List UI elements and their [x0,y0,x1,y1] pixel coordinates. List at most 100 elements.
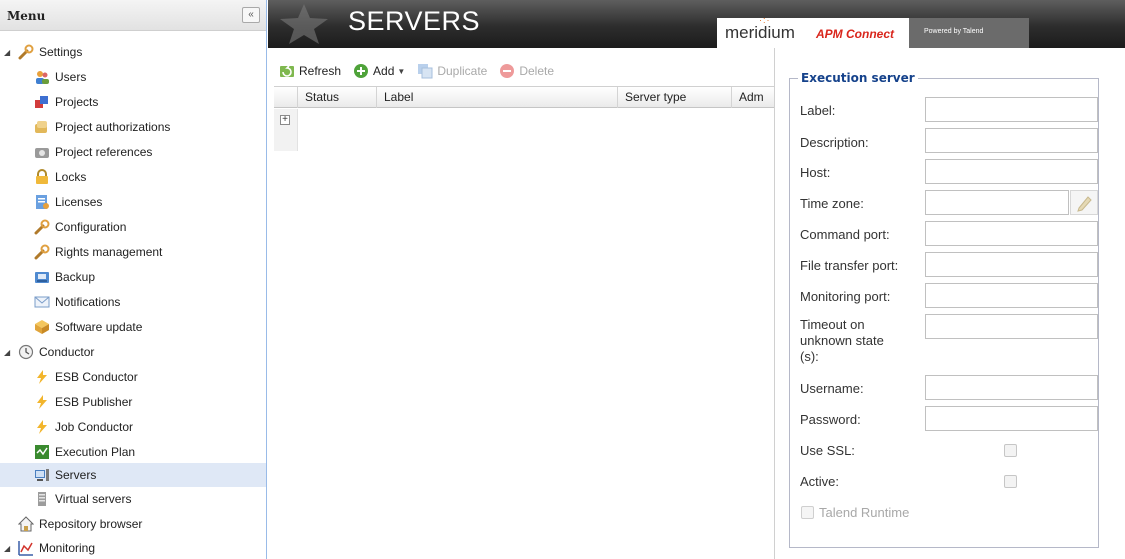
label-input[interactable] [925,97,1098,122]
sidebar-item-label: Software update [55,320,143,334]
sidebar-item-configuration[interactable]: Configuration [0,215,266,239]
lightning-icon [37,395,47,409]
talend-runtime-checkbox[interactable] [801,506,814,519]
expanded-arrow-icon[interactable]: ◢ [4,48,14,57]
duplicate-label: Duplicate [437,64,488,78]
lightning-icon [37,420,47,434]
execution-server-form-panel: Execution server Label: Description: Hos… [774,48,1125,559]
column-header-label[interactable]: Label [377,87,618,108]
sidebar-item-label: Users [55,70,87,84]
monitoring-port-input[interactable] [925,283,1098,308]
description-input[interactable] [925,128,1098,153]
column-header-server-type[interactable]: Server type [618,87,732,108]
timezone-edit-button[interactable] [1070,190,1098,215]
file-transfer-port-input[interactable] [925,252,1098,277]
expanded-arrow-icon[interactable]: ◢ [4,544,14,553]
sidebar-item-locks[interactable]: Locks [0,165,266,189]
sidebar-item-conductor[interactable]: ◢ Conductor [0,340,266,364]
sidebar-item-projects[interactable]: Projects [0,90,266,114]
lightning-icon [37,370,47,384]
use-ssl-checkbox[interactable] [1004,444,1017,457]
header-banner: SERVERS ·:· meridium APM Connect Powered… [268,0,1125,48]
duplicate-button[interactable]: Duplicate [417,63,487,79]
refresh-label: Refresh [299,64,342,78]
brand-apm-text: APM Connect [816,27,894,41]
sidebar-item-label: Execution Plan [55,445,136,459]
sidebar-item-label: Project authorizations [55,120,171,134]
use-ssl-field-label: Use SSL: [800,443,855,458]
project-references-icon [35,148,49,158]
delete-label: Delete [519,64,555,78]
sidebar-item-backup[interactable]: Backup [0,265,266,289]
pencil-icon [1077,196,1092,212]
password-field-label: Password: [800,412,861,427]
sidebar-item-execution-plan[interactable]: Execution Plan [0,440,266,464]
dropdown-caret-icon: ▼ [397,66,406,76]
powered-by-badge: Powered by Talend [909,18,1029,48]
sidebar-item-esb-conductor[interactable]: ESB Conductor [0,365,266,389]
sidebar-item-project-authorizations[interactable]: Project authorizations [0,115,266,139]
sidebar-item-label: Virtual servers [55,492,132,506]
timeout-label-line2: unknown state [800,333,884,348]
sidebar-item-label: Licenses [55,195,103,209]
server-icon [35,469,49,481]
virtual-server-icon [38,492,46,506]
add-button[interactable]: Add ▼ [353,63,405,79]
backup-icon [35,272,49,283]
talend-runtime-label: Talend Runtime [819,505,910,520]
sidebar-item-software-update[interactable]: Software update [0,315,266,339]
package-icon [35,320,49,334]
expand-row-button[interactable]: + [280,115,290,125]
grid-row-expander-column: + [274,109,298,151]
column-header-admin[interactable]: Adm [732,87,774,108]
password-input[interactable] [925,406,1098,431]
sidebar-item-users[interactable]: Users [0,65,266,89]
timeout-input[interactable] [925,314,1098,339]
refresh-button[interactable]: Refresh [279,63,341,79]
sidebar-item-label: Monitoring [39,541,96,555]
house-icon [18,516,34,532]
execution-server-fieldset: Execution server Label: Description: Hos… [789,71,1099,548]
grid-header-expander [274,87,298,108]
sidebar-item-repository-browser[interactable]: Repository browser [0,512,266,536]
collapse-menu-button[interactable]: « [242,7,260,23]
execution-plan-icon [35,445,49,459]
sidebar-item-job-conductor[interactable]: Job Conductor [0,415,266,439]
monitoring-port-field-label: Monitoring port: [800,289,891,304]
expanded-arrow-icon[interactable]: ◢ [4,348,14,357]
description-field-label: Description: [800,135,869,150]
sidebar-item-label: Backup [55,270,96,284]
sidebar-item-monitoring[interactable]: ◢ Monitoring [0,536,266,559]
host-input[interactable] [925,159,1098,184]
license-icon [36,195,49,209]
active-checkbox[interactable] [1004,475,1017,488]
username-field-label: Username: [800,381,864,396]
sidebar-item-licenses[interactable]: Licenses [0,190,266,214]
sidebar-item-settings[interactable]: ◢ Settings [0,40,266,64]
sidebar-item-notifications[interactable]: Notifications [0,290,266,314]
sidebar-item-label: Configuration [55,220,127,234]
wrench-icon [34,244,50,260]
sidebar-item-rights-management[interactable]: Rights management [0,240,266,264]
sidebar-item-project-references[interactable]: Project references [0,140,266,164]
delete-button[interactable]: Delete [499,63,554,79]
sidebar-item-label: Project references [55,145,153,159]
grid-header-row: Status Label Server type Adm [274,86,774,108]
column-header-status[interactable]: Status [298,87,377,108]
brand-meridium-text: meridium [725,23,795,42]
sidebar-item-label: Notifications [55,295,121,309]
host-field-label: Host: [800,165,831,180]
timeout-label-line3: (s): [800,349,819,364]
brand-logo: ·:· meridium APM Connect [717,15,909,48]
sidebar-item-esb-publisher[interactable]: ESB Publisher [0,390,266,414]
sidebar-item-virtual-servers[interactable]: Virtual servers [0,487,266,511]
sidebar-item-servers[interactable]: Servers [0,463,266,487]
users-icon [36,71,49,84]
command-port-input[interactable] [925,221,1098,246]
menu-header: Menu « [0,0,266,31]
sidebar-item-label: Settings [39,45,83,59]
fieldset-legend: Execution server [798,71,918,85]
timezone-input[interactable] [925,190,1069,215]
grid-toolbar: Refresh Add ▼ Duplicate Delete [274,57,774,85]
username-input[interactable] [925,375,1098,400]
